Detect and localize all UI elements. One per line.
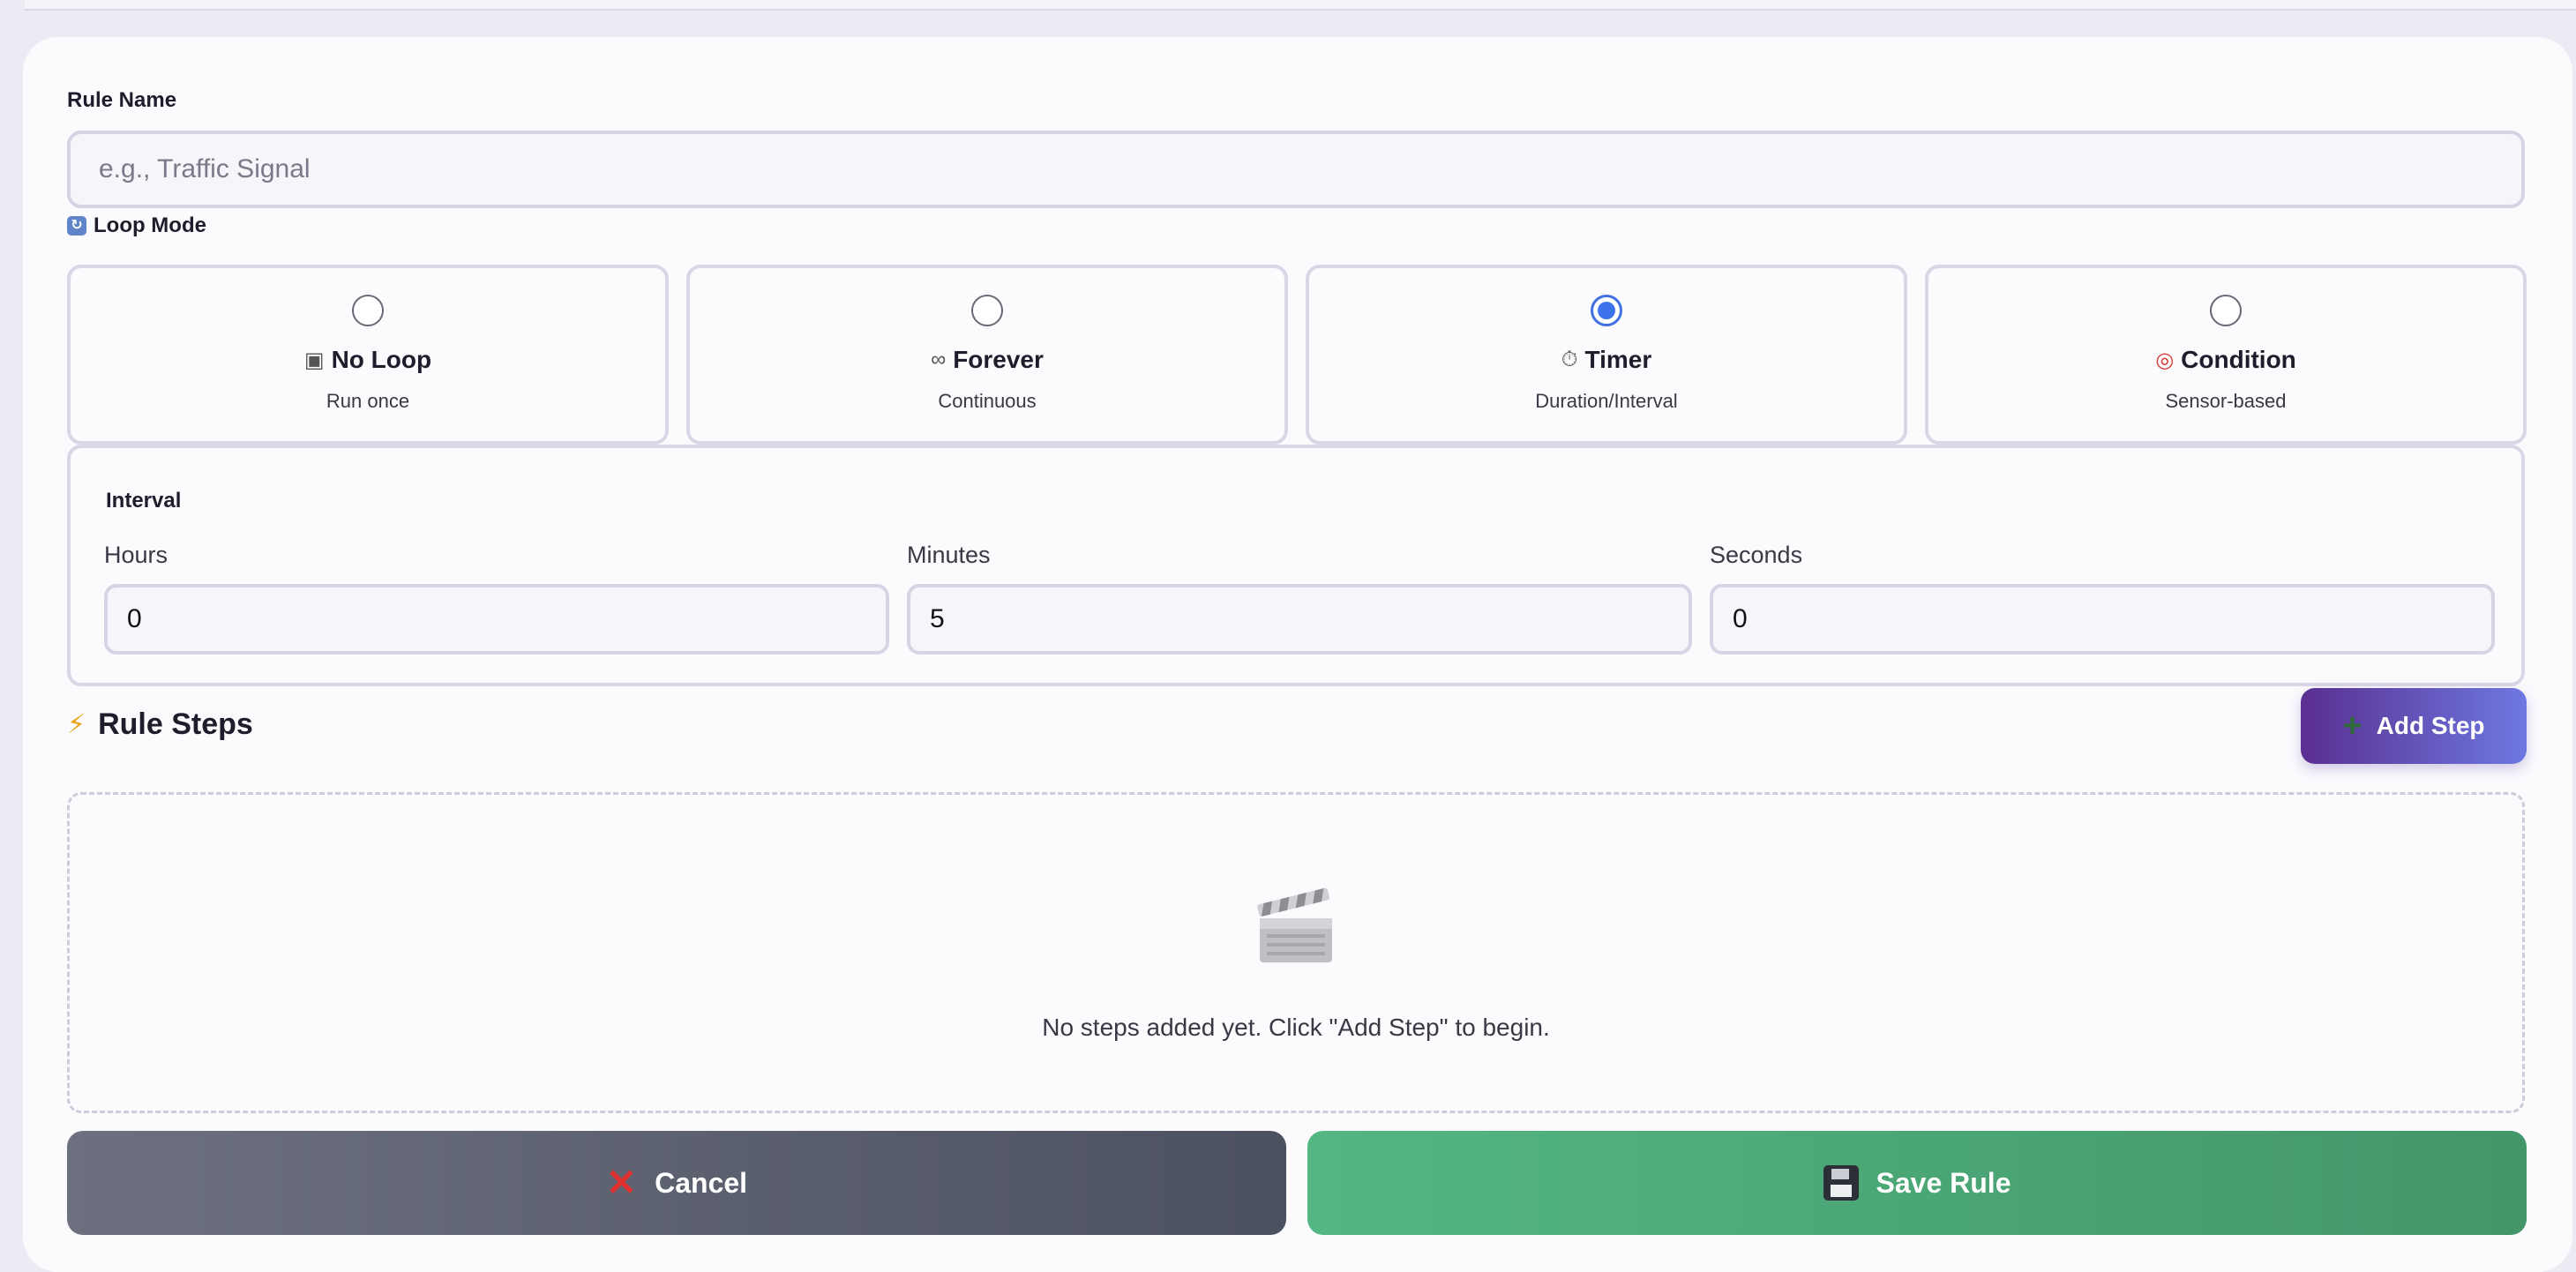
- cancel-label: Cancel: [655, 1166, 748, 1199]
- save-rule-button[interactable]: Save Rule: [1307, 1131, 2527, 1235]
- loop-mode-option-timer[interactable]: ⏱ Timer Duration/Interval: [1306, 265, 1907, 445]
- minutes-input[interactable]: [907, 584, 1692, 655]
- loop-mode-title: No Loop: [331, 346, 432, 373]
- loop-mode-radio-forever[interactable]: [971, 295, 1003, 326]
- loop-mode-title: Timer: [1584, 346, 1652, 373]
- loop-mode-radio-condition[interactable]: [2210, 295, 2242, 326]
- loop-mode-option-forever[interactable]: ∞ Forever Continuous: [686, 265, 1288, 445]
- rule-name-input[interactable]: [67, 131, 2525, 208]
- hours-input[interactable]: [104, 584, 889, 655]
- plus-icon: +: [2342, 707, 2363, 744]
- stopwatch-icon: ⏱: [1561, 348, 1578, 371]
- add-step-label: Add Step: [2376, 712, 2485, 739]
- rule-steps-title: Rule Steps: [98, 707, 253, 741]
- loop-mode-label-row: ↻ Loop Mode: [67, 213, 206, 238]
- add-step-button[interactable]: + Add Step: [2301, 688, 2527, 764]
- loop-mode-subtitle: Duration/Interval: [1535, 390, 1678, 412]
- floppy-disk-icon: [1823, 1165, 1859, 1201]
- loop-mode-radio-no-loop[interactable]: [352, 295, 384, 326]
- seconds-label: Seconds: [1710, 542, 1803, 568]
- loop-mode-option-no-loop[interactable]: ▣ No Loop Run once: [67, 265, 669, 445]
- hours-label: Hours: [104, 542, 168, 568]
- empty-steps-message: No steps added yet. Click "Add Step" to …: [1042, 1014, 1550, 1041]
- interval-title: Interval: [106, 489, 182, 513]
- loop-mode-subtitle: Continuous: [938, 390, 1037, 412]
- close-icon: ✕: [605, 1162, 638, 1203]
- loop-icon: ↻: [67, 216, 86, 236]
- loop-mode-subtitle: Run once: [326, 390, 410, 412]
- loop-mode-title: Condition: [2181, 346, 2296, 373]
- lightning-icon: ⚡: [67, 710, 86, 739]
- steps-empty-state: No steps added yet. Click "Add Step" to …: [67, 792, 2525, 1113]
- loop-mode-title: Forever: [953, 346, 1044, 373]
- loop-mode-option-condition[interactable]: ◎ Condition Sensor-based: [1925, 265, 2527, 445]
- rule-steps-header: ⚡ Rule Steps: [67, 707, 253, 742]
- save-rule-label: Save Rule: [1876, 1166, 2011, 1199]
- loop-mode-label: Loop Mode: [94, 213, 206, 237]
- infinity-icon: ∞: [931, 348, 947, 371]
- loop-mode-radio-timer[interactable]: [1591, 295, 1622, 326]
- top-divider: [25, 0, 2576, 11]
- seconds-input[interactable]: [1710, 584, 2495, 655]
- interval-panel: Interval Hours Minutes Seconds: [67, 445, 2525, 686]
- stop-square-icon: ▣: [303, 348, 325, 372]
- clapperboard-icon: [1257, 887, 1332, 962]
- rule-name-label: Rule Name: [67, 88, 177, 112]
- loop-mode-subtitle: Sensor-based: [2165, 390, 2287, 412]
- target-icon: ◎: [2155, 348, 2175, 372]
- minutes-label: Minutes: [907, 542, 991, 568]
- cancel-button[interactable]: ✕ Cancel: [67, 1131, 1286, 1235]
